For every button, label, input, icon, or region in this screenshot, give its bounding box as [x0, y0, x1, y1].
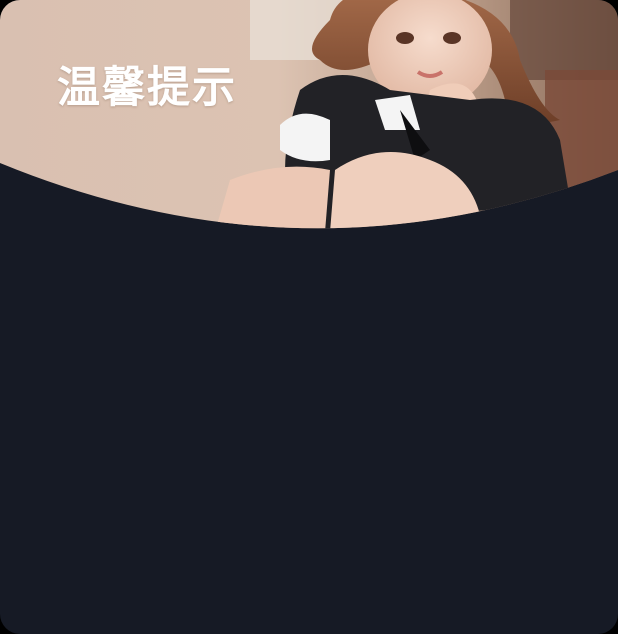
dialog-content: [0, 232, 618, 634]
banner-photo: 温馨提示: [0, 0, 618, 232]
notice-dialog: 温馨提示: [0, 0, 618, 634]
dialog-title: 温馨提示: [57, 63, 237, 113]
